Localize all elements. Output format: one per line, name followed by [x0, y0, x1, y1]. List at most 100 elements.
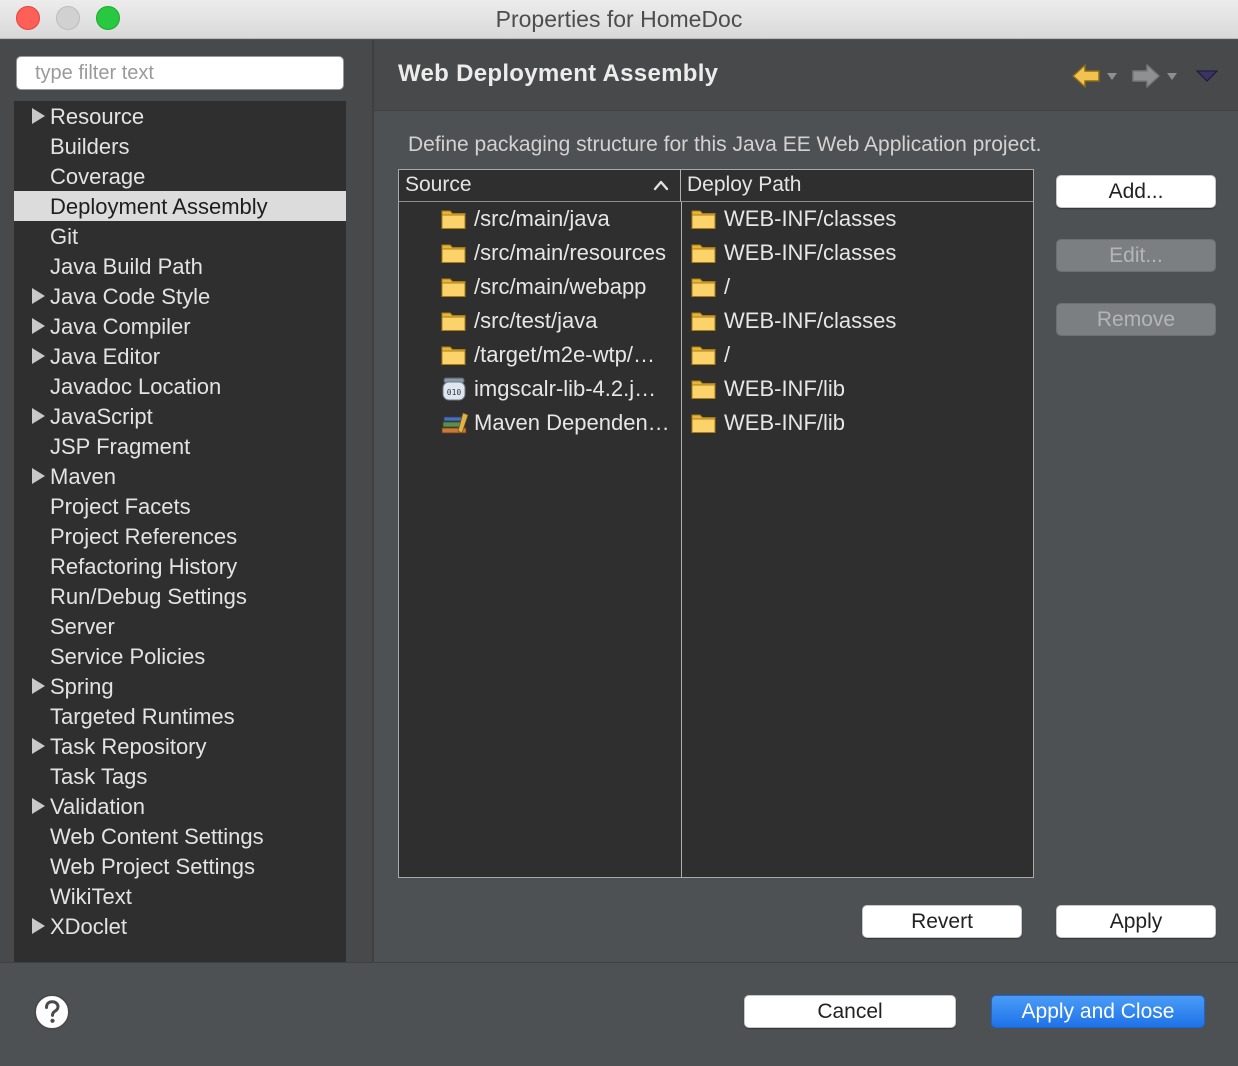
filter-input[interactable]	[16, 56, 344, 90]
forward-history-dropdown-icon	[1167, 73, 1177, 80]
remove-button: Remove	[1056, 303, 1216, 336]
add-button[interactable]: Add...	[1056, 175, 1216, 208]
back-history-dropdown-icon[interactable]	[1107, 73, 1117, 81]
source-cell-label: Maven Dependen…	[474, 410, 670, 435]
folder-icon	[441, 343, 467, 367]
tree-item[interactable]: Task Tags	[14, 761, 346, 791]
deploy-path-column-header[interactable]: Deploy Path	[681, 170, 1033, 202]
tree-item[interactable]: Builders	[14, 131, 346, 161]
tree-item-label: Coverage	[50, 164, 146, 189]
expand-arrow-icon[interactable]	[32, 288, 45, 304]
deploy-path-cell[interactable]: /	[682, 338, 1032, 372]
tree-item-label: Web Content Settings	[50, 824, 264, 849]
tree-item[interactable]: Web Content Settings	[14, 821, 346, 851]
tree-item[interactable]: Project Facets	[14, 491, 346, 521]
table-row[interactable]: 010 imgscalr-lib-4.2.j…	[399, 372, 680, 406]
source-column-header[interactable]: Source	[399, 170, 681, 202]
tree-item-label: Resource	[50, 104, 145, 129]
expand-arrow-icon[interactable]	[32, 738, 45, 754]
tree-item[interactable]: JavaScript	[14, 401, 346, 431]
folder-icon	[691, 377, 717, 401]
tree-item-label: XDoclet	[50, 914, 128, 939]
table-row[interactable]: /src/main/resources	[399, 236, 680, 270]
tree-item[interactable]: XDoclet	[14, 911, 346, 941]
tree-item[interactable]: Task Repository	[14, 731, 346, 761]
tree-item-label: Java Code Style	[50, 284, 211, 309]
tree-item[interactable]: Git	[14, 221, 346, 251]
tree-item[interactable]: Service Policies	[14, 641, 346, 671]
tree-item[interactable]: Java Code Style	[14, 281, 346, 311]
tree-item-label: Web Project Settings	[50, 854, 256, 879]
tree-item[interactable]: WikiText	[14, 881, 346, 911]
source-cell-label: /src/main/resources	[474, 240, 666, 265]
deploy-path-cell-label: WEB-INF/lib	[724, 376, 845, 401]
deploy-path-cell-label: WEB-INF/classes	[724, 206, 897, 231]
tree-item[interactable]: Targeted Runtimes	[14, 701, 346, 731]
tree-item[interactable]: Java Compiler	[14, 311, 346, 341]
property-page-tree[interactable]: Resource Builders Coverage Deployment Assem…	[14, 101, 346, 962]
tree-item[interactable]: Web Project Settings	[14, 851, 346, 881]
deploy-path-cell[interactable]: WEB-INF/classes	[682, 202, 1032, 236]
table-row[interactable]: /src/test/java	[399, 304, 680, 338]
tree-item[interactable]: JSP Fragment	[14, 431, 346, 461]
apply-and-close-button[interactable]: Apply and Close	[991, 995, 1205, 1028]
table-row[interactable]: /src/main/webapp	[399, 270, 680, 304]
revert-button[interactable]: Revert	[862, 905, 1022, 938]
sort-ascending-icon	[653, 180, 669, 191]
table-row[interactable]: /src/main/java	[399, 202, 680, 236]
cancel-button[interactable]: Cancel	[744, 995, 956, 1028]
table-row[interactable]: Maven Dependen…	[399, 406, 680, 440]
deploy-path-cell-label: WEB-INF/lib	[724, 410, 845, 435]
apply-button[interactable]: Apply	[1056, 905, 1216, 938]
source-cell-label: /src/test/java	[474, 308, 598, 333]
expand-arrow-icon[interactable]	[32, 108, 45, 124]
tree-item[interactable]: Java Editor	[14, 341, 346, 371]
source-cell-label: imgscalr-lib-4.2.j…	[474, 376, 657, 401]
tree-item[interactable]: Maven	[14, 461, 346, 491]
view-menu-icon[interactable]	[1196, 68, 1218, 84]
folder-icon	[441, 207, 467, 231]
deploy-path-cell[interactable]: WEB-INF/lib	[682, 406, 1032, 440]
properties-dialog: Properties for HomeDoc Resource Builders C…	[0, 0, 1238, 1066]
deploy-path-cell[interactable]: /	[682, 270, 1032, 304]
tree-item[interactable]: Validation	[14, 791, 346, 821]
jar-icon: 010	[441, 377, 467, 401]
tree-item-label: Git	[50, 224, 79, 249]
tree-item[interactable]: Server	[14, 611, 346, 641]
library-icon	[441, 411, 469, 435]
page-title: Web Deployment Assembly	[398, 60, 719, 87]
expand-arrow-icon[interactable]	[32, 348, 45, 364]
deploy-path-cell[interactable]: WEB-INF/classes	[682, 236, 1032, 270]
back-arrow-icon[interactable]	[1070, 62, 1102, 90]
tree-item-label: Task Tags	[50, 764, 148, 789]
expand-arrow-icon[interactable]	[32, 918, 45, 934]
help-icon[interactable]	[33, 993, 71, 1031]
tree-item-label: Deployment Assembly	[50, 194, 268, 219]
tree-item[interactable]: Resource	[14, 101, 346, 131]
tree-item-label: Spring	[50, 674, 114, 699]
expand-arrow-icon[interactable]	[32, 468, 45, 484]
tree-item-label: Java Compiler	[50, 314, 191, 339]
tree-item[interactable]: Javadoc Location	[14, 371, 346, 401]
tree-item[interactable]: Spring	[14, 671, 346, 701]
deployment-assembly-table[interactable]: Source Deploy Path /src/main/java WEB-INF…	[398, 169, 1034, 878]
expand-arrow-icon[interactable]	[32, 408, 45, 424]
tree-item[interactable]: Project References	[14, 521, 346, 551]
table-row[interactable]: /target/m2e-wtp/…	[399, 338, 680, 372]
tree-item-label: Run/Debug Settings	[50, 584, 247, 609]
tree-item[interactable]: Coverage	[14, 161, 346, 191]
deploy-path-cell-label: /	[724, 274, 731, 299]
tree-item[interactable]: Deployment Assembly	[14, 191, 346, 221]
tree-item[interactable]: Refactoring History	[14, 551, 346, 581]
tree-item-label: WikiText	[50, 884, 132, 909]
deploy-path-cell[interactable]: WEB-INF/lib	[682, 372, 1032, 406]
tree-item[interactable]: Java Build Path	[14, 251, 346, 281]
deploy-path-cell-label: WEB-INF/classes	[724, 240, 897, 265]
folder-icon	[691, 241, 717, 265]
tree-item[interactable]: Run/Debug Settings	[14, 581, 346, 611]
expand-arrow-icon[interactable]	[32, 678, 45, 694]
deploy-path-cell[interactable]: WEB-INF/classes	[682, 304, 1032, 338]
expand-arrow-icon[interactable]	[32, 798, 45, 814]
expand-arrow-icon[interactable]	[32, 318, 45, 334]
source-cell-label: /src/main/webapp	[474, 274, 647, 299]
